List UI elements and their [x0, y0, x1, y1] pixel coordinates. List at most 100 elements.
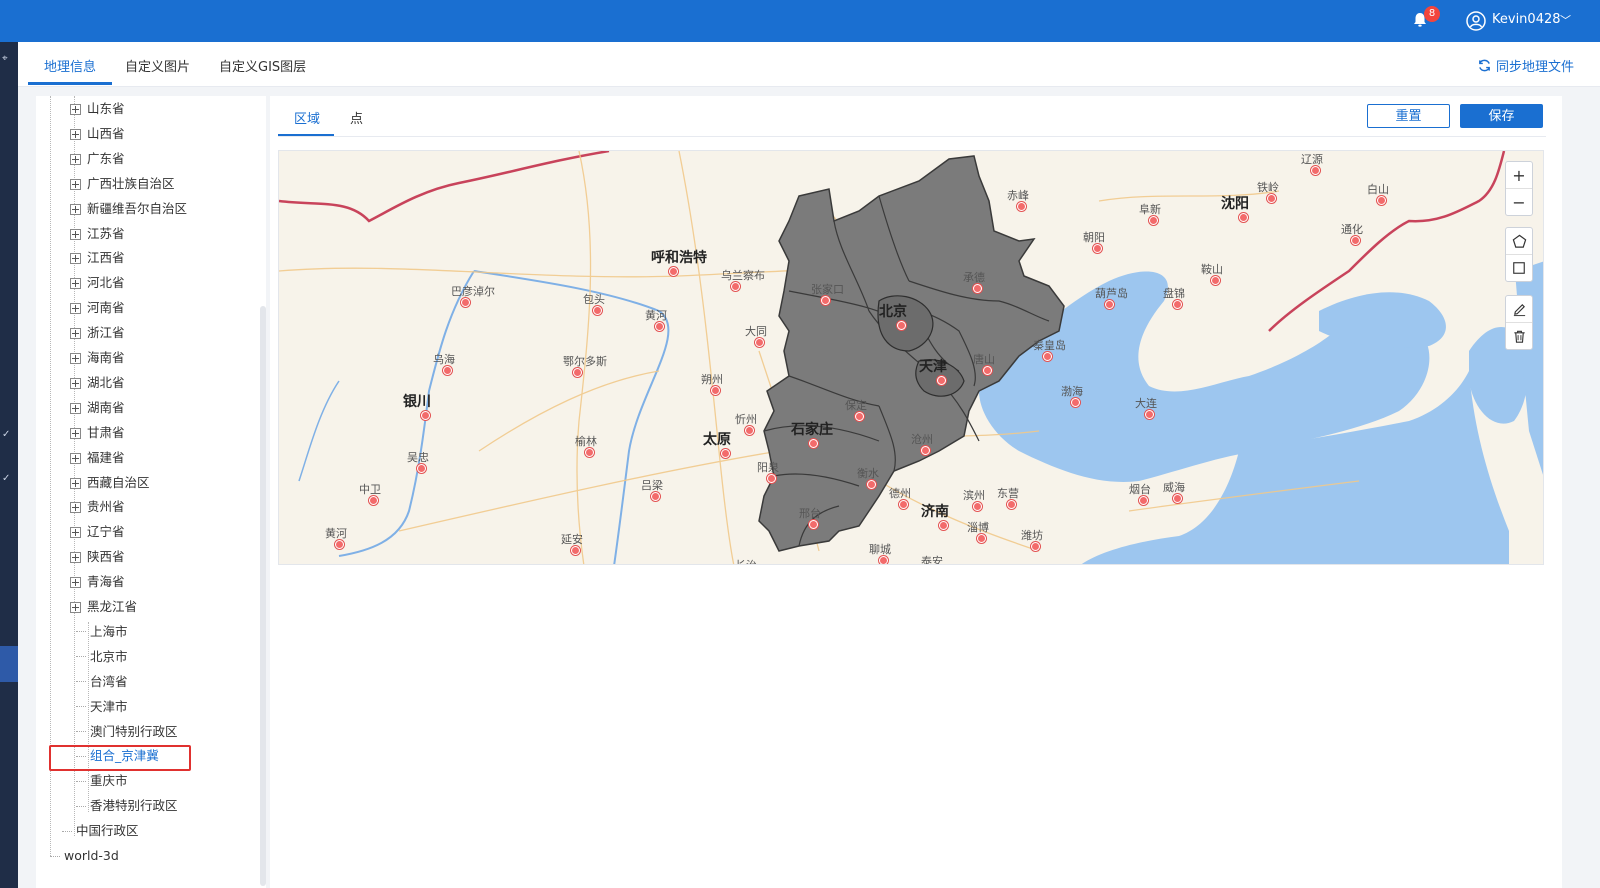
city-marker — [1031, 542, 1040, 551]
map-city-label: 银川 — [403, 394, 431, 410]
city-marker — [461, 298, 470, 307]
chevron-down-icon[interactable]: ﹀ — [1560, 12, 1571, 28]
map-canvas[interactable]: 呼和浩特 乌兰察布 巴彦淖尔 包头 黄河 乌海 鄂尔多斯 大同 朔州 银川 忻州 太原 榆林 吴忠 中卫 吕梁… — [278, 150, 1544, 565]
expand-plus-icon[interactable] — [70, 228, 81, 240]
tree-item-province[interactable]: 青海省 — [70, 571, 125, 593]
tree-item-province[interactable]: 河南省 — [70, 297, 125, 319]
tree-item-province[interactable]: 福建省 — [70, 447, 125, 469]
jingjinji-region-shape[interactable] — [279, 151, 1544, 565]
city-marker — [593, 306, 602, 315]
map-city-label: 张家口 — [811, 283, 844, 296]
expand-plus-icon[interactable] — [70, 328, 81, 340]
city-marker — [879, 556, 888, 564]
selected-tree-item-highlight — [49, 745, 191, 771]
nav-item-icon[interactable]: ✓ — [2, 474, 10, 484]
tree-item-city[interactable]: 重庆市 — [76, 770, 128, 792]
tree-item-province[interactable]: 贵州省 — [70, 496, 125, 518]
tree-item-label: 中国行政区 — [76, 823, 139, 839]
tree-item-city[interactable]: 天津市 — [76, 696, 128, 718]
tree-item-city[interactable]: 上海市 — [76, 621, 128, 643]
tree-item-label: world-3d — [64, 848, 119, 863]
tree-item-root[interactable]: world-3d — [50, 845, 119, 867]
nav-active-indicator[interactable] — [0, 646, 18, 682]
reset-button[interactable]: 重置 — [1367, 104, 1450, 128]
expand-plus-icon[interactable] — [70, 452, 81, 464]
user-avatar-icon[interactable] — [1466, 11, 1486, 31]
expand-plus-icon[interactable] — [70, 128, 81, 140]
map-city-label: 吴忠 — [407, 451, 429, 464]
edit-shape-button[interactable] — [1506, 296, 1532, 322]
expand-plus-icon[interactable] — [70, 377, 81, 389]
tree-item-province[interactable]: 湖南省 — [70, 397, 125, 419]
tree-item-label: 澳门特别行政区 — [90, 723, 178, 739]
expand-plus-icon[interactable] — [70, 427, 81, 439]
city-marker — [417, 464, 426, 473]
tree-item-province[interactable]: 甘肃省 — [70, 422, 125, 444]
tab-region[interactable]: 区域 — [294, 108, 320, 127]
tree-item-city[interactable]: 北京市 — [76, 646, 128, 668]
expand-plus-icon[interactable] — [70, 303, 81, 315]
expand-plus-icon[interactable] — [70, 178, 81, 190]
expand-plus-icon[interactable] — [70, 203, 81, 215]
tree-item-province[interactable]: 湖北省 — [70, 372, 125, 394]
save-button[interactable]: 保存 — [1460, 104, 1543, 128]
sync-geo-file-button[interactable]: 同步地理文件 — [1477, 56, 1574, 75]
map-city-label: 聊城 — [869, 543, 891, 556]
tree-item-province[interactable]: 西藏自治区 — [70, 472, 150, 494]
expand-plus-icon[interactable] — [70, 104, 81, 115]
tab-geo-info[interactable]: 地理信息 — [44, 56, 96, 75]
tree-item-province[interactable]: 江苏省 — [70, 223, 125, 245]
tree-item-province[interactable]: 广东省 — [70, 148, 125, 170]
city-marker — [899, 500, 908, 509]
tree-item-province[interactable]: 海南省 — [70, 347, 125, 369]
zoom-out-button[interactable]: − — [1506, 188, 1532, 215]
map-city-label: 沧州 — [911, 433, 933, 446]
tree-item-city[interactable]: 香港特别行政区 — [76, 795, 178, 817]
nav-item-icon[interactable]: ⌖ — [2, 54, 8, 64]
map-city-label: 沈阳 — [1221, 196, 1249, 212]
tab-custom-image[interactable]: 自定义图片 — [125, 56, 190, 75]
tree-item-province[interactable]: 江西省 — [70, 247, 125, 269]
tree-item-province[interactable]: 浙江省 — [70, 322, 125, 344]
tree-scrollbar[interactable] — [260, 306, 266, 886]
delete-shape-button[interactable] — [1506, 322, 1532, 349]
expand-plus-icon[interactable] — [70, 577, 81, 589]
tree-item-province[interactable]: 陕西省 — [70, 546, 125, 568]
expand-plus-icon[interactable] — [70, 153, 81, 165]
tree-item-label: 海南省 — [87, 350, 125, 365]
tree-item-province[interactable]: 新疆维吾尔自治区 — [70, 198, 187, 220]
expand-plus-icon[interactable] — [70, 402, 81, 414]
city-marker — [867, 480, 876, 489]
nav-item-icon[interactable]: ✓ — [2, 430, 10, 440]
refresh-icon — [1479, 59, 1490, 72]
tree-item-province[interactable]: 山西省 — [70, 123, 125, 145]
draw-shape-group — [1505, 227, 1533, 282]
username[interactable]: Kevin0428 — [1492, 12, 1561, 27]
map-city-label: 淄博 — [967, 521, 989, 534]
tree-item-province[interactable]: 山东省 — [70, 98, 125, 120]
tree-connector — [76, 731, 86, 733]
tree-item-city[interactable]: 澳门特别行政区 — [76, 721, 178, 743]
expand-plus-icon[interactable] — [70, 502, 81, 514]
tree-item-province[interactable]: 黑龙江省 — [70, 596, 137, 618]
tab-point[interactable]: 点 — [350, 108, 363, 127]
expand-plus-icon[interactable] — [70, 477, 81, 489]
tree-item-province[interactable]: 广西壮族自治区 — [70, 173, 175, 195]
tab-custom-gis-layer[interactable]: 自定义GIS图层 — [219, 56, 306, 75]
tree-item-province[interactable]: 河北省 — [70, 272, 125, 294]
polygon-draw-button[interactable] — [1506, 228, 1532, 254]
tree-item-city[interactable]: 台湾省 — [76, 671, 128, 693]
expand-plus-icon[interactable] — [70, 602, 81, 613]
expand-plus-icon[interactable] — [70, 552, 81, 564]
tree-item-parent[interactable]: 中国行政区 — [62, 820, 139, 842]
expand-plus-icon[interactable] — [70, 353, 81, 364]
rectangle-draw-button[interactable] — [1506, 254, 1532, 281]
city-marker — [855, 412, 864, 421]
expand-plus-icon[interactable] — [70, 253, 81, 265]
city-marker — [335, 540, 344, 549]
expand-plus-icon[interactable] — [70, 278, 81, 290]
tree-item-province[interactable]: 辽宁省 — [70, 521, 125, 543]
zoom-in-button[interactable]: + — [1506, 162, 1532, 188]
map-city-label: 延安 — [561, 533, 583, 546]
expand-plus-icon[interactable] — [70, 527, 81, 539]
